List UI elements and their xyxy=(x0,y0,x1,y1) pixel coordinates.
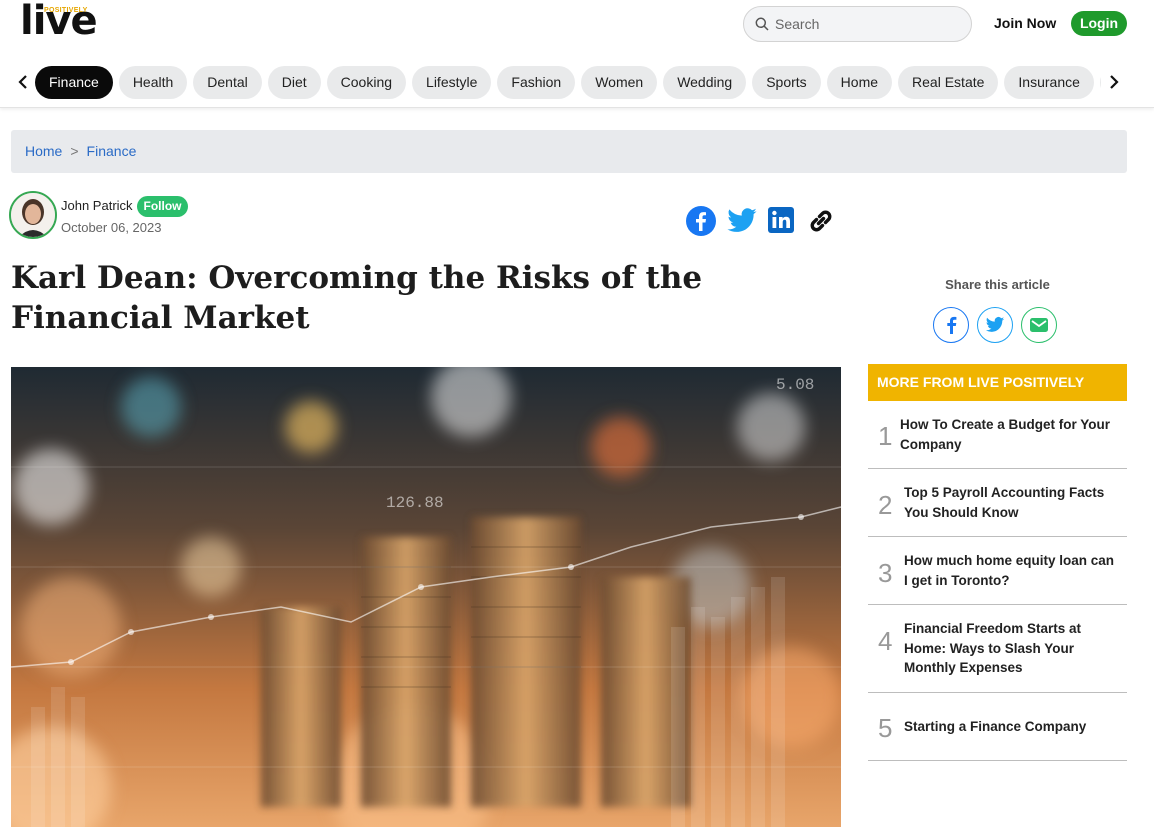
hero-price-text: 5.08 xyxy=(776,376,814,394)
category-pill-real-estate[interactable]: Real Estate xyxy=(898,66,999,99)
category-pill-insurance[interactable]: Insurance xyxy=(1004,66,1094,99)
category-pill-diet[interactable]: Diet xyxy=(267,66,321,99)
breadcrumb: Home > Finance xyxy=(11,130,1127,173)
site-logo[interactable]: live POSITIVELY xyxy=(20,0,100,44)
follow-button[interactable]: Follow xyxy=(137,196,188,217)
category-pill-dental[interactable]: Dental xyxy=(193,66,262,99)
linkedin-icon xyxy=(768,207,794,233)
more-article-item[interactable]: 4 Financial Freedom Starts at Home: Ways… xyxy=(868,605,1127,693)
author-avatar[interactable] xyxy=(9,191,57,239)
login-button[interactable]: Login xyxy=(1071,11,1127,36)
more-article-item[interactable]: 1 How To Create a Budget for Your Compan… xyxy=(868,401,1127,469)
hero-price-text: 126.88 xyxy=(386,494,444,512)
category-nav: Finance Health Dental Diet Cooking Lifestyle F… xyxy=(35,66,1101,100)
search-icon xyxy=(755,17,769,31)
breadcrumb-home[interactable]: Home xyxy=(25,143,62,159)
email-icon xyxy=(1030,318,1048,332)
more-article-item[interactable]: 5 Starting a Finance Company xyxy=(868,693,1127,761)
publish-date: October 06, 2023 xyxy=(61,220,162,235)
more-article-number: 3 xyxy=(878,558,893,588)
more-article-item[interactable]: 2 Top 5 Payroll Accounting Facts You Sho… xyxy=(868,469,1127,537)
author-name[interactable]: John Patrick xyxy=(61,198,133,213)
share-facebook-button[interactable] xyxy=(685,205,717,237)
more-article-number: 4 xyxy=(878,626,893,656)
share-article-label: Share this article xyxy=(945,277,1050,292)
category-pill-finance[interactable]: Finance xyxy=(35,66,113,99)
sidebar-share-twitter-button[interactable] xyxy=(977,307,1013,343)
link-icon xyxy=(810,210,832,232)
breadcrumb-separator: > xyxy=(70,143,79,159)
facebook-icon xyxy=(947,316,957,334)
more-article-title[interactable]: How To Create a Budget for Your Company xyxy=(900,415,1116,454)
more-article-number: 1 xyxy=(878,421,893,451)
article-title: Karl Dean: Overcoming the Risks of the F… xyxy=(11,260,703,336)
category-pill-fashion[interactable]: Fashion xyxy=(497,66,576,99)
category-pill-health[interactable]: Health xyxy=(118,66,188,99)
more-article-title[interactable]: How much home equity loan can I get in T… xyxy=(904,551,1120,590)
sidebar-share-facebook-button[interactable] xyxy=(933,307,969,343)
category-scroll-right[interactable] xyxy=(1104,70,1124,94)
chevron-right-icon xyxy=(1110,75,1119,89)
twitter-icon xyxy=(727,208,757,232)
more-from-header: MORE FROM LIVE POSITIVELY xyxy=(868,364,1127,401)
category-pill-home[interactable]: Home xyxy=(826,66,893,99)
more-article-title[interactable]: Starting a Finance Company xyxy=(904,717,1120,737)
sidebar-share-email-button[interactable] xyxy=(1021,307,1057,343)
more-article-title[interactable]: Financial Freedom Starts at Home: Ways t… xyxy=(904,619,1120,678)
share-linkedin-button[interactable] xyxy=(766,205,798,237)
breadcrumb-finance[interactable]: Finance xyxy=(87,143,137,159)
join-now-link[interactable]: Join Now xyxy=(994,15,1056,31)
chevron-left-icon xyxy=(18,75,27,89)
facebook-icon xyxy=(686,206,716,236)
share-twitter-button[interactable] xyxy=(726,205,758,237)
more-articles-list: 1 How To Create a Budget for Your Compan… xyxy=(868,401,1127,761)
category-pill-cooking[interactable]: Cooking xyxy=(326,66,407,99)
site-header: live POSITIVELY Join Now Login FinanceHe… xyxy=(0,0,1154,108)
more-article-item[interactable]: 3 How much home equity loan can I get in… xyxy=(868,537,1127,605)
category-scroll-left[interactable] xyxy=(13,70,33,94)
search-box[interactable] xyxy=(743,6,972,42)
logo-tagline: POSITIVELY xyxy=(44,7,88,14)
category-pill-women[interactable]: Women xyxy=(581,66,658,99)
article-hero-image: 126.88 5.08 xyxy=(11,367,841,827)
category-pill-wedding[interactable]: Wedding xyxy=(663,66,747,99)
category-pill-travel[interactable]: Travel xyxy=(1099,66,1101,99)
twitter-icon xyxy=(985,317,1005,332)
copy-link-button[interactable] xyxy=(805,205,837,237)
search-input[interactable] xyxy=(775,15,955,33)
category-pill-sports[interactable]: Sports xyxy=(752,66,821,99)
more-article-number: 2 xyxy=(878,490,893,520)
category-pill-lifestyle[interactable]: Lifestyle xyxy=(412,66,492,99)
more-article-title[interactable]: Top 5 Payroll Accounting Facts You Shoul… xyxy=(904,483,1120,522)
more-article-number: 5 xyxy=(878,713,893,743)
